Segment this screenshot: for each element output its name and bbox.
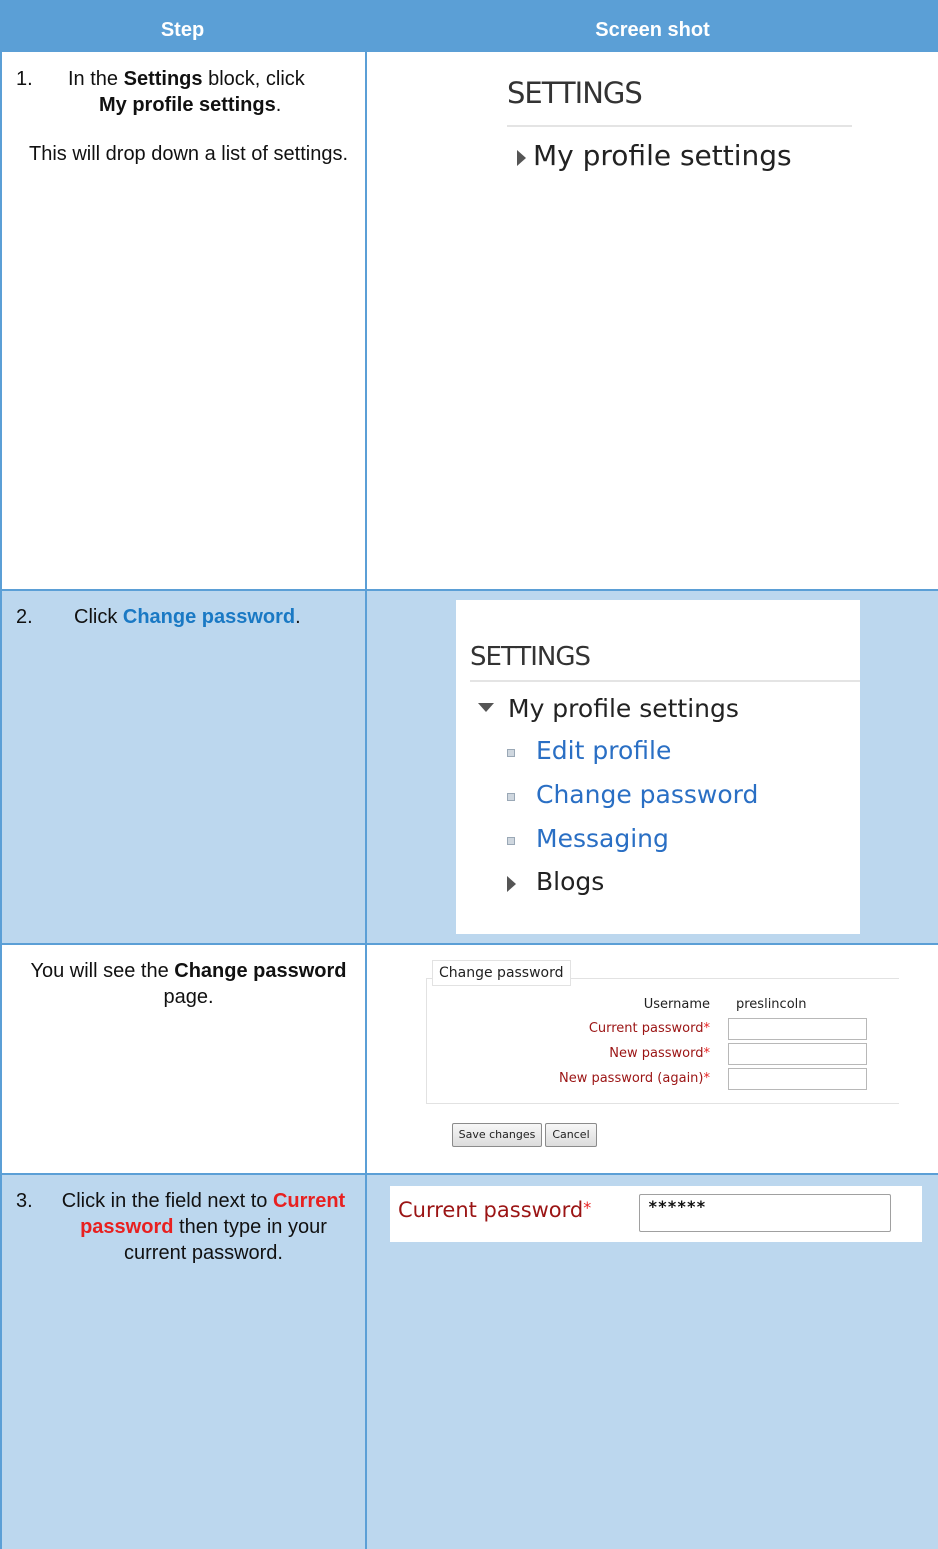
expand-arrow-icon[interactable] — [507, 876, 516, 892]
row-step-2: 2. Click Change password. SETTINGS My pr… — [0, 590, 938, 944]
settings-title: SETTINGS — [507, 76, 643, 110]
step-3-number: 3. — [16, 1190, 33, 1212]
cancel-button[interactable]: Cancel — [545, 1123, 597, 1147]
step-1-text: 1. In the Settings block, click My profi… — [16, 66, 361, 167]
step-1-pre: In the — [68, 68, 124, 90]
step-2b-change-password: Change password — [174, 960, 347, 982]
row-step-1: 1. In the Settings block, click My profi… — [0, 52, 938, 590]
current-password-input[interactable]: ****** — [639, 1194, 891, 1232]
row-change-password-page: You will see the Change password page. C… — [0, 944, 938, 1174]
step-2b-pre: You will see the — [30, 960, 175, 982]
new-password-again-input[interactable] — [728, 1068, 867, 1090]
step-1-period: . — [275, 94, 282, 116]
save-changes-button[interactable]: Save changes — [452, 1123, 542, 1147]
screenshot-settings-expanded: SETTINGS My profile settings Edit profil… — [456, 600, 860, 934]
my-profile-settings-link[interactable]: My profile settings — [508, 694, 739, 723]
step-3-pre: Click in the field next to — [61, 1190, 273, 1212]
username-label: Username — [643, 997, 710, 1012]
screenshot-change-password-form: Change password Username preslincoln Cur… — [420, 956, 900, 1166]
step-1-settings: Settings — [123, 68, 203, 90]
step-2-change-password: Change password — [122, 606, 296, 628]
fieldset-legend: Change password — [432, 960, 571, 986]
step-2-post: . — [295, 606, 301, 628]
username-value: preslincoln — [736, 997, 807, 1012]
settings-divider — [470, 680, 860, 682]
row-divider — [0, 589, 938, 591]
step-2-number: 2. — [16, 606, 33, 628]
table-header: Step Screen shot — [0, 0, 938, 52]
collapse-arrow-icon[interactable] — [478, 703, 494, 712]
settings-title: SETTINGS — [470, 642, 591, 672]
new-password-label: New password* — [609, 1046, 710, 1061]
screenshot-settings-collapsed: SETTINGS My profile settings — [395, 64, 865, 194]
row-divider — [0, 943, 938, 945]
step-3-text: 3. Click in the field next to Current pa… — [16, 1188, 361, 1266]
column-divider — [365, 52, 367, 1549]
row-divider — [0, 1173, 938, 1175]
current-password-label: Current password* — [398, 1198, 592, 1222]
step-2b-text: You will see the Change password page. — [16, 958, 361, 1010]
new-password-input[interactable] — [728, 1043, 867, 1065]
bullet-icon — [507, 837, 515, 845]
bullet-icon — [507, 793, 515, 801]
new-password-again-label: New password (again)* — [558, 1071, 710, 1086]
step-1-profile-settings: My profile settings — [99, 94, 276, 116]
header-step: Step — [160, 19, 205, 41]
change-password-link[interactable]: Change password — [536, 780, 758, 809]
bullet-icon — [507, 749, 515, 757]
step-2-pre: Click — [74, 606, 123, 628]
header-screenshot: Screen shot — [595, 19, 710, 41]
edit-profile-link[interactable]: Edit profile — [536, 736, 671, 765]
messaging-link[interactable]: Messaging — [536, 824, 669, 853]
password-mask: ****** — [648, 1197, 706, 1216]
screenshot-current-password-field: Current password* ****** — [390, 1186, 922, 1242]
step-2b-post: page. — [163, 986, 214, 1008]
table-left-border — [0, 0, 2, 1549]
row-step-3: 3. Click in the field next to Current pa… — [0, 1174, 938, 1549]
step-1-post: block, click — [202, 68, 305, 90]
step-1-para: This will drop down a list of settings. — [28, 143, 349, 165]
blogs-link[interactable]: Blogs — [536, 867, 604, 896]
settings-divider — [507, 125, 852, 127]
step-1-number: 1. — [16, 68, 33, 90]
my-profile-settings-link[interactable]: My profile settings — [533, 139, 792, 172]
step-2-text: 2. Click Change password. — [16, 604, 361, 630]
current-password-label: Current password* — [588, 1021, 710, 1036]
expand-arrow-icon[interactable] — [517, 150, 526, 166]
current-password-input[interactable] — [728, 1018, 867, 1040]
